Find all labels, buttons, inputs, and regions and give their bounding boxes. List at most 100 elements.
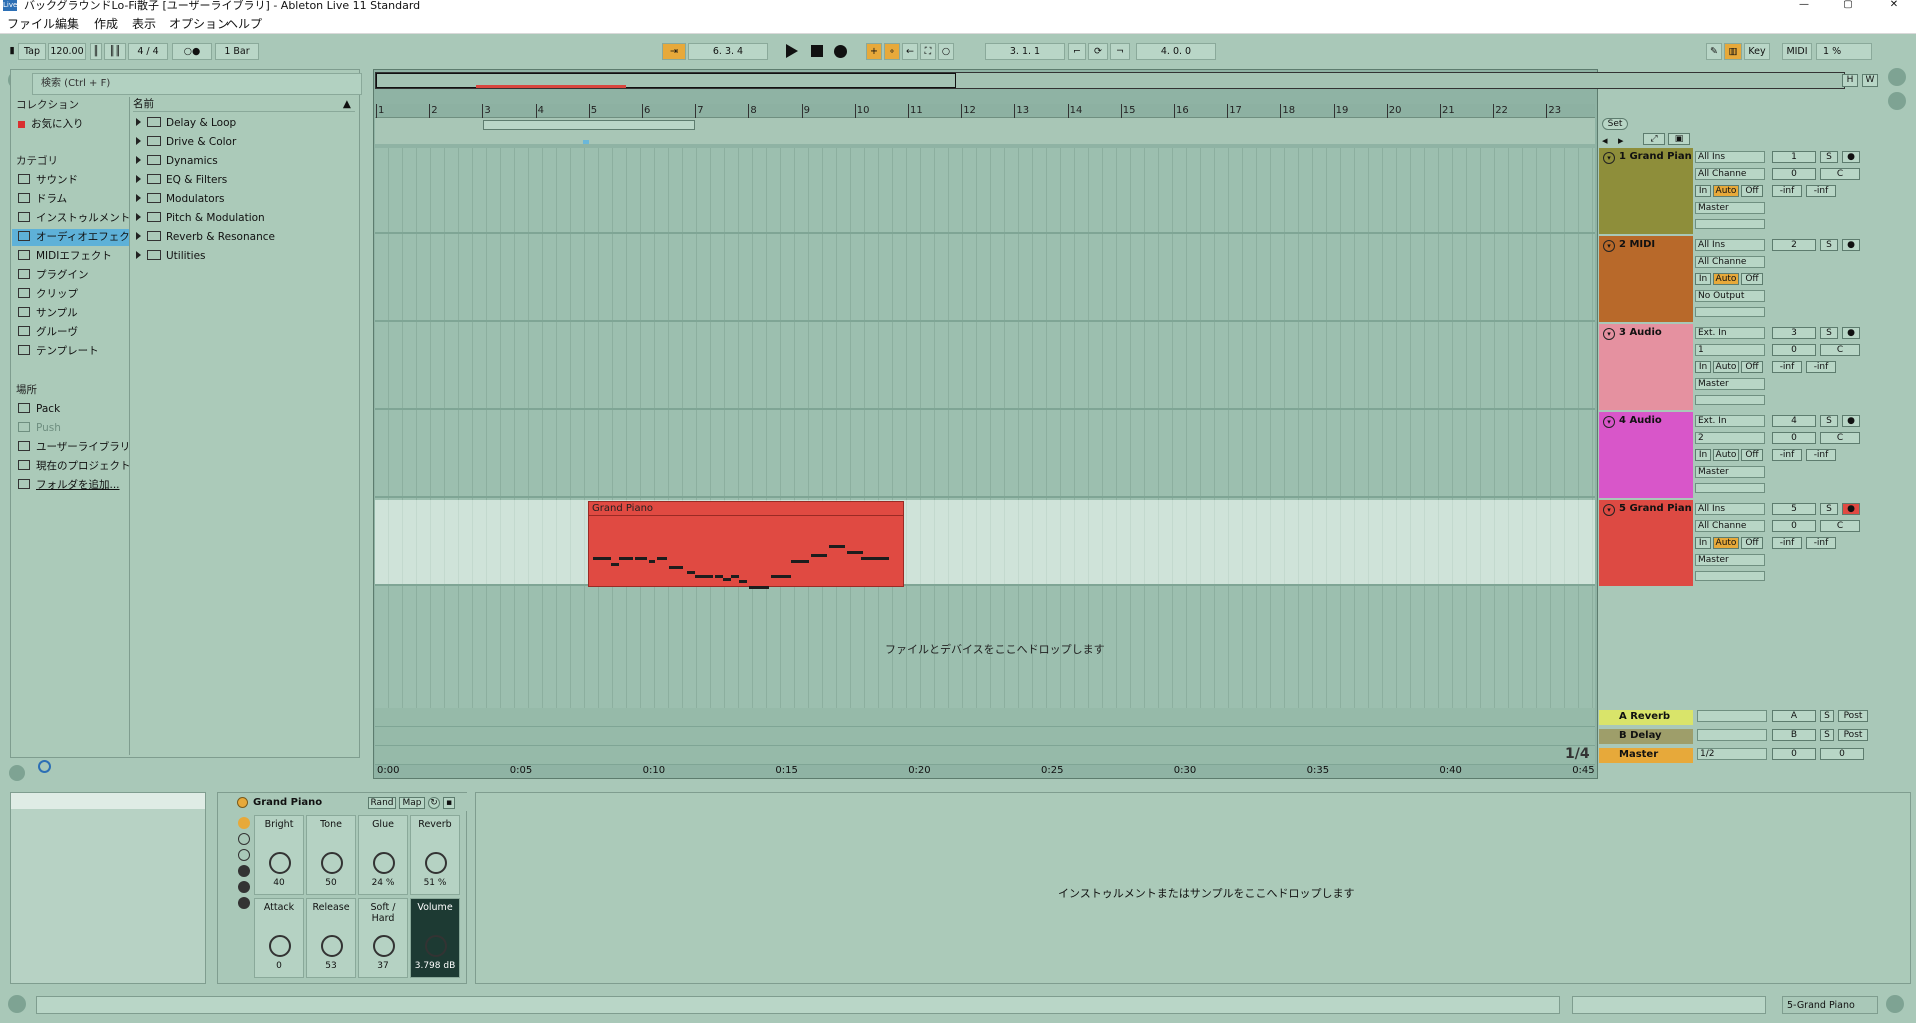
macro-knob-6[interactable]: Release 53 [306, 898, 356, 978]
tempo-field[interactable]: 120.00 [48, 43, 86, 60]
arm-icon[interactable]: ● [1842, 415, 1860, 427]
add-folder-link[interactable]: フォルダを追加... [12, 477, 130, 494]
midi-note[interactable] [635, 557, 647, 560]
place-current-project[interactable]: 現在のプロジェクト [12, 458, 130, 475]
loop-brace[interactable] [483, 120, 695, 130]
arm-icon[interactable]: ● [1842, 239, 1860, 251]
groove-pool-icon[interactable] [9, 765, 25, 781]
midi-note[interactable] [649, 560, 655, 563]
punch-in-icon[interactable]: ⌐ [1068, 43, 1086, 60]
pan-field[interactable]: C [1820, 520, 1860, 532]
play-icon[interactable] [786, 44, 798, 58]
track-activator-button[interactable]: 1 [1772, 151, 1816, 163]
category-clips[interactable]: クリップ [12, 286, 130, 303]
rand-button[interactable]: Rand [368, 797, 396, 809]
macro-toggle-icon[interactable] [238, 817, 250, 829]
track-header-4[interactable]: ▾ 4 Audio [1599, 412, 1693, 498]
show-detail-icon[interactable] [1886, 995, 1904, 1013]
return-a-header[interactable] [1599, 708, 1693, 727]
input-channel-select[interactable]: All Channe [1695, 256, 1765, 268]
minimize-button[interactable]: — [1794, 0, 1814, 12]
category-sounds[interactable]: サウンド [12, 172, 130, 189]
track-activator-button[interactable]: 5 [1772, 503, 1816, 515]
midi-note[interactable] [593, 557, 611, 560]
return-activator-button[interactable]: 0 [1772, 748, 1816, 760]
track-lane-1[interactable] [375, 148, 1595, 234]
knob-dial[interactable] [373, 935, 395, 957]
h-button[interactable]: H [1842, 74, 1858, 87]
volume-field[interactable]: 0 [1772, 168, 1816, 180]
category-templates[interactable]: テンプレート [12, 343, 130, 360]
category-drums[interactable]: ドラム [12, 191, 130, 208]
monitor-in-button[interactable]: In [1695, 361, 1711, 373]
return-b-header[interactable] [1599, 727, 1693, 746]
track-activator-button[interactable]: 4 [1772, 415, 1816, 427]
loop-brace-lane[interactable] [375, 118, 1595, 144]
track-name[interactable]: 4 Audio [1619, 415, 1662, 426]
input-channel-select[interactable]: 2 [1695, 432, 1765, 444]
monitor-auto-button[interactable]: Auto [1713, 449, 1739, 461]
return-activator-button[interactable]: B [1772, 729, 1816, 741]
menu-create[interactable]: 作成 [94, 17, 118, 31]
master-volume-field[interactable]: 0 [1820, 748, 1864, 760]
w-button[interactable]: W [1862, 74, 1878, 87]
nudge-up-icon[interactable]: ║║ [104, 43, 126, 60]
track-lane-3[interactable] [375, 324, 1595, 410]
pan-field[interactable]: C [1820, 432, 1860, 444]
track-lane-5[interactable] [375, 500, 1595, 586]
track-activator-button[interactable]: 2 [1772, 239, 1816, 251]
prev-locator-icon[interactable]: ◂ [1602, 134, 1608, 147]
output-channel-select[interactable] [1695, 307, 1765, 317]
master-lane[interactable] [375, 746, 1595, 765]
punch-out-icon[interactable]: ¬ [1110, 43, 1130, 60]
metronome-button[interactable]: ○● [172, 43, 212, 60]
monitor-auto-button[interactable]: Auto [1713, 537, 1739, 549]
show-session-icon[interactable] [1888, 68, 1906, 86]
browser-search-input[interactable]: 検索 (Ctrl + F) [32, 73, 362, 95]
solo-button[interactable]: S [1820, 327, 1838, 339]
category-instruments[interactable]: インストゥルメント [12, 210, 130, 227]
track-name[interactable]: 2 MIDI [1619, 239, 1655, 250]
input-type-select[interactable]: All Ins [1695, 151, 1765, 163]
capture-icon[interactable]: ⛶ [920, 43, 936, 60]
monitor-off-button[interactable]: Off [1741, 273, 1763, 285]
output-channel-select[interactable] [1695, 395, 1765, 405]
arrangement-position[interactable]: 6. 3. 4 [688, 43, 768, 60]
track-activator-button[interactable]: 3 [1772, 327, 1816, 339]
session-record-icon[interactable]: ○ [938, 43, 954, 60]
save-preset-icon[interactable]: ▪ [443, 797, 455, 809]
browser-item[interactable]: Dynamics [130, 152, 356, 171]
midi-note[interactable] [687, 571, 695, 574]
midi-note[interactable] [715, 575, 723, 578]
place-packs[interactable]: Pack [12, 401, 130, 418]
output-select[interactable]: Master [1695, 554, 1765, 566]
midi-note[interactable] [695, 575, 713, 578]
knob-dial[interactable] [425, 935, 447, 957]
fold-icon[interactable]: ▾ [1603, 328, 1615, 340]
tap-button[interactable]: Tap [18, 43, 46, 60]
input-channel-select[interactable]: All Channe [1695, 168, 1765, 180]
add-macro-icon[interactable] [238, 833, 250, 845]
browser-item[interactable]: Drive & Color [130, 133, 356, 152]
browser-item[interactable]: Pitch & Modulation [130, 209, 356, 228]
loop-icon[interactable]: ⟳ [1088, 43, 1108, 60]
device-chain-icon[interactable] [238, 897, 250, 909]
input-channel-select[interactable]: 1 [1695, 344, 1765, 356]
monitor-auto-button[interactable]: Auto [1713, 361, 1739, 373]
midi-note[interactable] [731, 575, 739, 578]
mixer-scroll[interactable] [1876, 150, 1886, 590]
lock-icon[interactable]: ▣ [1668, 133, 1690, 145]
key-map-button[interactable]: Key [1744, 43, 1770, 60]
midi-note[interactable] [847, 551, 863, 554]
computer-midi-keyboard-icon[interactable]: ▥ [1724, 43, 1742, 60]
device-on-icon[interactable] [237, 797, 248, 808]
midi-note[interactable] [657, 557, 667, 560]
next-locator-icon[interactable]: ▸ [1618, 134, 1624, 147]
category-midi-effects[interactable]: MIDIエフェクト [12, 248, 130, 265]
return-activator-button[interactable]: A [1772, 710, 1816, 722]
track-header-2[interactable]: ▾ 2 MIDI [1599, 236, 1693, 322]
remove-macro-icon[interactable] [238, 849, 250, 861]
master-output-select[interactable]: 1/2 [1697, 748, 1767, 760]
arm-icon[interactable]: ● [1842, 327, 1860, 339]
browser-item[interactable]: EQ & Filters [130, 171, 356, 190]
